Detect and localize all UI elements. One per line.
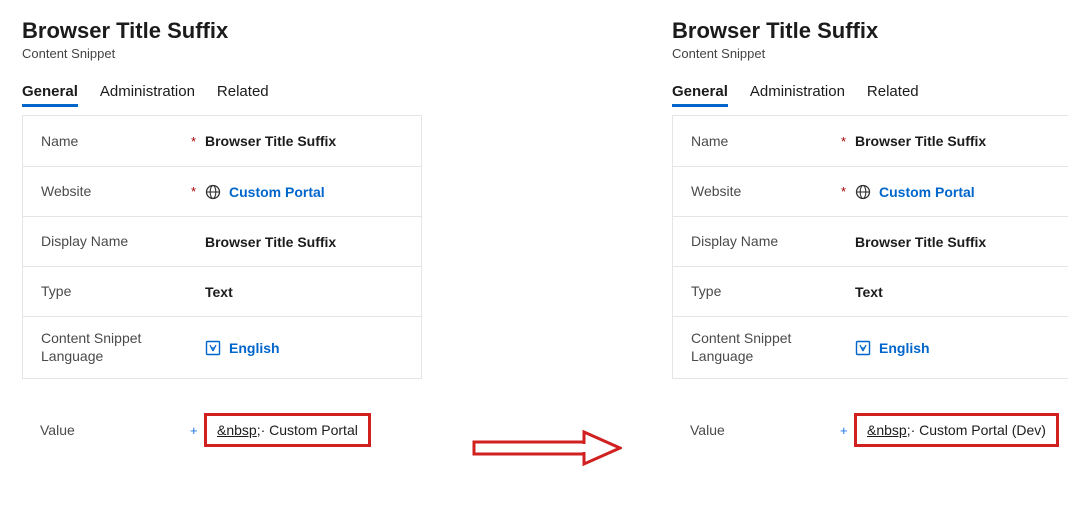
globe-icon (855, 184, 871, 200)
value-text-part: ;· Custom Portal (Dev) (907, 422, 1046, 438)
form-general: Name * Browser Title Suffix Website * Cu… (22, 115, 422, 379)
field-website-value[interactable]: Custom Portal (229, 184, 325, 200)
tab-bar: General Administration Related (672, 83, 1068, 107)
page-title: Browser Title Suffix (22, 18, 422, 44)
entity-type-label: Content Snippet (22, 46, 422, 61)
field-language-label: Content Snippet Language (41, 330, 191, 365)
field-name-value: Browser Title Suffix (205, 133, 336, 149)
field-displayname-label: Display Name (691, 233, 841, 251)
field-website[interactable]: Website * Custom Portal (673, 166, 1068, 216)
field-type-value: Text (205, 284, 233, 300)
field-displayname-label: Display Name (41, 233, 191, 251)
tab-bar: General Administration Related (22, 83, 422, 107)
field-displayname-value: Browser Title Suffix (855, 234, 986, 250)
field-name-label: Name (691, 133, 841, 151)
field-language-label: Content Snippet Language (691, 330, 841, 365)
field-name-label: Name (41, 133, 191, 151)
field-language-value[interactable]: English (229, 340, 280, 356)
field-website-label: Website (691, 183, 841, 201)
field-value-label: Value (40, 422, 190, 438)
globe-icon (205, 184, 221, 200)
tab-related[interactable]: Related (217, 83, 269, 107)
field-name-value: Browser Title Suffix (855, 133, 986, 149)
field-type-label: Type (691, 283, 841, 301)
field-value-box: &nbsp;· Custom Portal (204, 413, 371, 447)
field-value-box: &nbsp;· Custom Portal (Dev) (854, 413, 1059, 447)
tab-general[interactable]: General (22, 83, 78, 107)
field-name[interactable]: Name * Browser Title Suffix (673, 116, 1068, 166)
field-website-label: Website (41, 183, 191, 201)
tab-general[interactable]: General (672, 83, 728, 107)
recommended-indicator: + (840, 423, 854, 438)
required-indicator: * (191, 134, 205, 149)
field-website-value[interactable]: Custom Portal (879, 184, 975, 200)
required-indicator: * (841, 134, 855, 149)
field-language[interactable]: Content Snippet Language English (673, 316, 1068, 378)
recommended-indicator: + (190, 423, 204, 438)
entity-type-label: Content Snippet (672, 46, 1068, 61)
required-indicator: * (841, 184, 855, 199)
field-type[interactable]: Type Text (23, 266, 421, 316)
field-type-label: Type (41, 283, 191, 301)
field-type[interactable]: Type Text (673, 266, 1068, 316)
form-general: Name * Browser Title Suffix Website * Cu… (672, 115, 1068, 379)
value-text-part: ;· Custom Portal (257, 422, 358, 438)
field-type-value: Text (855, 284, 883, 300)
tab-administration[interactable]: Administration (100, 83, 195, 107)
field-value[interactable]: Value + &nbsp;· Custom Portal (22, 413, 422, 447)
field-value-label: Value (690, 422, 840, 438)
value-entity-part: &nbsp (217, 422, 257, 438)
field-website[interactable]: Website * Custom Portal (23, 166, 421, 216)
field-displayname-value: Browser Title Suffix (205, 234, 336, 250)
required-indicator: * (191, 184, 205, 199)
tab-administration[interactable]: Administration (750, 83, 845, 107)
field-displayname[interactable]: Display Name Browser Title Suffix (673, 216, 1068, 266)
value-entity-part: &nbsp (867, 422, 907, 438)
field-language[interactable]: Content Snippet Language English (23, 316, 421, 378)
panel-right: Browser Title Suffix Content Snippet Gen… (672, 18, 1068, 447)
language-icon (205, 340, 221, 356)
field-name[interactable]: Name * Browser Title Suffix (23, 116, 421, 166)
arrow-right-icon (472, 428, 622, 468)
tab-related[interactable]: Related (867, 83, 919, 107)
field-value[interactable]: Value + &nbsp;· Custom Portal (Dev) (672, 413, 1068, 447)
field-language-value[interactable]: English (879, 340, 930, 356)
field-displayname[interactable]: Display Name Browser Title Suffix (23, 216, 421, 266)
arrow-container (422, 18, 672, 488)
language-icon (855, 340, 871, 356)
panel-left: Browser Title Suffix Content Snippet Gen… (22, 18, 422, 447)
page-title: Browser Title Suffix (672, 18, 1068, 44)
